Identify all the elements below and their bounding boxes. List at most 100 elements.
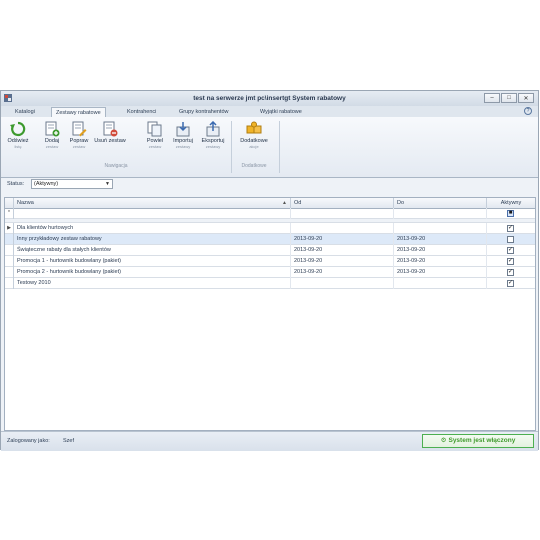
- copy-set-sublabel: zestaw: [148, 144, 162, 149]
- row-from: 2013-09-20: [291, 234, 394, 245]
- current-row-indicator: ▶: [5, 223, 14, 234]
- row-to: 2013-09-20: [394, 256, 487, 267]
- row-from: 2013-09-20: [291, 256, 394, 267]
- help-icon[interactable]: ?: [524, 107, 532, 115]
- refresh-sublabel: listę: [14, 144, 22, 149]
- add-document-icon: [45, 121, 60, 137]
- row-name: Testowy 2010: [14, 278, 291, 289]
- copy-icon: [147, 121, 162, 137]
- row-to: 2013-09-20: [394, 234, 487, 245]
- table-row[interactable]: Promocja 2 - hurtownik budowlany (pakiet…: [5, 267, 535, 278]
- row-active-checkbox[interactable]: [507, 236, 514, 243]
- export-button[interactable]: Eksportuj zestawy: [199, 121, 227, 161]
- import-sublabel: zestawy: [175, 144, 191, 149]
- logged-user-label: Zalogowany jako:: [7, 438, 50, 444]
- row-to: 2013-09-20: [394, 245, 487, 256]
- export-sublabel: zestawy: [205, 144, 221, 149]
- status-filter-label: Status:: [7, 181, 25, 187]
- system-status-indicator[interactable]: ⚙ System jest włączony: [422, 434, 534, 448]
- ribbon-separator: [279, 121, 280, 173]
- tab-katalogi[interactable]: Katalogi: [11, 107, 39, 117]
- column-header-to[interactable]: Do: [394, 198, 487, 208]
- row-to: 2013-09-20: [394, 267, 487, 278]
- extra-actions-sublabel: akcje: [249, 144, 259, 149]
- table-row[interactable]: ▶ Dla klientów hurtowych ✓: [5, 223, 535, 234]
- row-from: 2013-09-20: [291, 245, 394, 256]
- import-button[interactable]: Importuj zestawy: [169, 121, 197, 161]
- minimize-button[interactable]: –: [484, 93, 500, 103]
- tab-grupy-kontrahentow[interactable]: Grupy kontrahentów: [175, 107, 233, 117]
- column-header-from[interactable]: Od: [291, 198, 394, 208]
- row-indicator: [5, 256, 14, 267]
- window-title: test na serwerze jmt pc\insertgt System …: [193, 95, 346, 102]
- sort-ascending-icon: ▲: [282, 200, 287, 206]
- table-row[interactable]: Świąteczne rabaty dla stałych klientów 2…: [5, 245, 535, 256]
- ribbon: Odśwież listę Dodaj zestaw Popraw zestaw: [1, 117, 538, 178]
- row-from: [291, 278, 394, 289]
- row-active-checkbox[interactable]: ✓: [507, 280, 514, 287]
- application-window: test na serwerze jmt pc\insertgt System …: [0, 90, 539, 451]
- column-header-name[interactable]: Nazwa ▲: [14, 198, 291, 208]
- delete-document-icon: [103, 121, 118, 137]
- edit-set-sublabel: zestaw: [72, 144, 86, 149]
- add-set-sublabel: zestaw: [45, 144, 59, 149]
- table-row[interactable]: Promocja 1 - hurtownik budowlany (pakiet…: [5, 256, 535, 267]
- status-filter-select[interactable]: (Aktywny) ▼: [31, 179, 113, 189]
- filter-bar: Status: (Aktywny) ▼: [1, 178, 538, 192]
- filter-cell-to[interactable]: [394, 208, 487, 219]
- title-bar: test na serwerze jmt pc\insertgt System …: [1, 91, 538, 107]
- filter-cell-name[interactable]: [14, 208, 291, 219]
- filter-row-indicator: *: [5, 208, 14, 219]
- row-active-checkbox[interactable]: ✓: [507, 258, 514, 265]
- export-icon: [206, 121, 220, 137]
- import-icon: [176, 122, 190, 137]
- status-filter-value: (Aktywny): [34, 181, 59, 187]
- gear-icon: ⚙: [440, 437, 447, 444]
- tab-kontrahenci[interactable]: Kontrahenci: [123, 107, 160, 117]
- column-header-active[interactable]: Aktywny: [487, 198, 535, 208]
- row-indicator: [5, 245, 14, 256]
- chevron-down-icon: ▼: [105, 181, 110, 187]
- row-indicator: [5, 267, 14, 278]
- row-to: [394, 278, 487, 289]
- tab-wyjatki-rabatowe[interactable]: Wyjątki rabatowe: [256, 107, 306, 117]
- row-active-checkbox[interactable]: ✓: [507, 269, 514, 276]
- status-bar: Zalogowany jako: Szef ⚙ System jest włącz…: [1, 431, 538, 451]
- system-status-text: System jest włączony: [448, 437, 516, 444]
- table-row[interactable]: Inny przykładowy zestaw rabatowy 2013-09…: [5, 234, 535, 245]
- table-row[interactable]: Testowy 2010 ✓: [5, 278, 535, 289]
- row-indicator: [5, 234, 14, 245]
- row-indicator-header: [5, 198, 14, 208]
- row-active-checkbox[interactable]: ✓: [507, 247, 514, 254]
- close-button[interactable]: ✕: [518, 93, 534, 103]
- refresh-button[interactable]: Odśwież listę: [4, 121, 32, 161]
- row-name: Inny przykładowy zestaw rabatowy: [14, 234, 291, 245]
- row-from: [291, 223, 394, 234]
- row-name: Dla klientów hurtowych: [14, 223, 291, 234]
- row-to: [394, 223, 487, 234]
- discount-sets-grid: Nazwa ▲ Od Do Aktywny * ■ ▶ Dla klientów…: [4, 197, 536, 431]
- edit-document-icon: [72, 121, 87, 137]
- puzzle-icon: [246, 121, 262, 134]
- row-from: 2013-09-20: [291, 267, 394, 278]
- filter-active-checkbox[interactable]: ■: [507, 210, 514, 217]
- maximize-button[interactable]: □: [501, 93, 517, 103]
- row-name: Promocja 1 - hurtownik budowlany (pakiet…: [14, 256, 291, 267]
- copy-set-button[interactable]: Powiel zestaw: [141, 121, 169, 161]
- column-header-name-label: Nazwa: [17, 200, 34, 206]
- group-label-navigation: Nawigacja: [104, 163, 128, 169]
- row-indicator: [5, 278, 14, 289]
- edit-set-button[interactable]: Popraw zestaw: [65, 121, 93, 161]
- row-active-checkbox[interactable]: ✓: [507, 225, 514, 232]
- group-label-extra: Dodatkowe: [241, 163, 267, 169]
- ribbon-separator: [231, 121, 232, 173]
- grid-filter-row[interactable]: * ■: [5, 208, 535, 219]
- logged-user-value: Szef: [63, 438, 75, 444]
- delete-set-label: Usuń zestaw: [94, 138, 126, 144]
- add-set-button[interactable]: Dodaj zestaw: [38, 121, 66, 161]
- row-name: Świąteczne rabaty dla stałych klientów: [14, 245, 291, 256]
- filter-cell-from[interactable]: [291, 208, 394, 219]
- row-name: Promocja 2 - hurtownik budowlany (pakiet…: [14, 267, 291, 278]
- delete-set-button[interactable]: Usuń zestaw: [93, 121, 127, 161]
- extra-actions-button[interactable]: Dodatkowe akcje: [237, 121, 271, 161]
